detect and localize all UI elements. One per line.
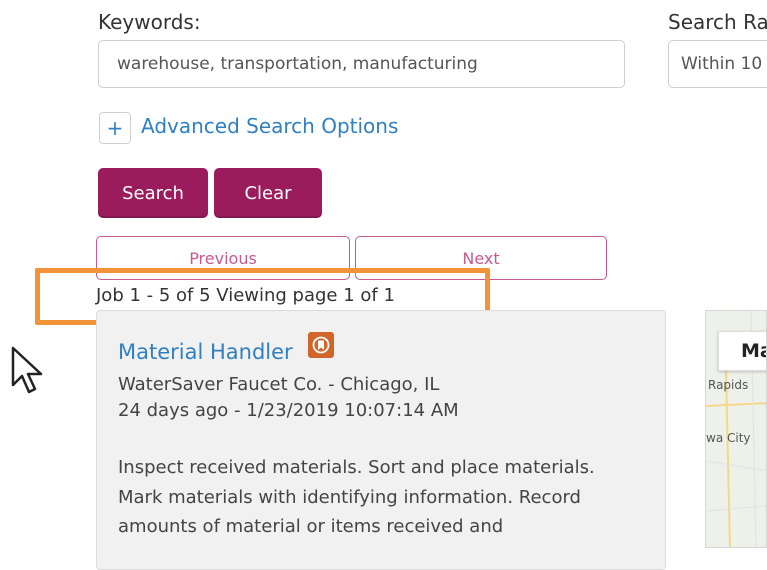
map-panel[interactable]: Ma Rapids wa City	[705, 310, 767, 548]
bookmark-icon	[312, 336, 330, 354]
job-posted-date: 24 days ago - 1/23/2019 10:07:14 AM	[118, 400, 459, 421]
keywords-input-value: warehouse, transportation, manufacturing	[117, 54, 478, 74]
advanced-search-toggle[interactable]: +	[99, 112, 131, 144]
job-company-location: WaterSaver Faucet Co. - Chicago, IL	[118, 374, 440, 395]
search-radius-label: Search Ra	[668, 10, 767, 34]
search-radius-value: Within 10	[681, 54, 763, 74]
keywords-input[interactable]: warehouse, transportation, manufacturing	[98, 40, 625, 88]
job-title-link[interactable]: Material Handler	[118, 340, 293, 364]
advanced-search-link[interactable]: Advanced Search Options	[141, 114, 398, 138]
results-summary: Job 1 - 5 of 5 Viewing page 1 of 1	[96, 285, 395, 306]
keywords-label: Keywords:	[98, 10, 201, 34]
clear-button[interactable]: Clear	[214, 168, 322, 218]
mouse-cursor-icon	[11, 346, 43, 394]
search-button[interactable]: Search	[98, 168, 208, 218]
search-radius-select[interactable]: Within 10	[668, 40, 767, 88]
map-type-control[interactable]: Ma	[718, 331, 766, 371]
bookmark-button[interactable]	[308, 332, 334, 358]
job-description: Inspect received materials. Sort and pla…	[118, 457, 595, 537]
map-place-label: wa City	[706, 431, 751, 445]
plus-icon: +	[106, 116, 124, 140]
map-place-label: Rapids	[708, 378, 749, 392]
